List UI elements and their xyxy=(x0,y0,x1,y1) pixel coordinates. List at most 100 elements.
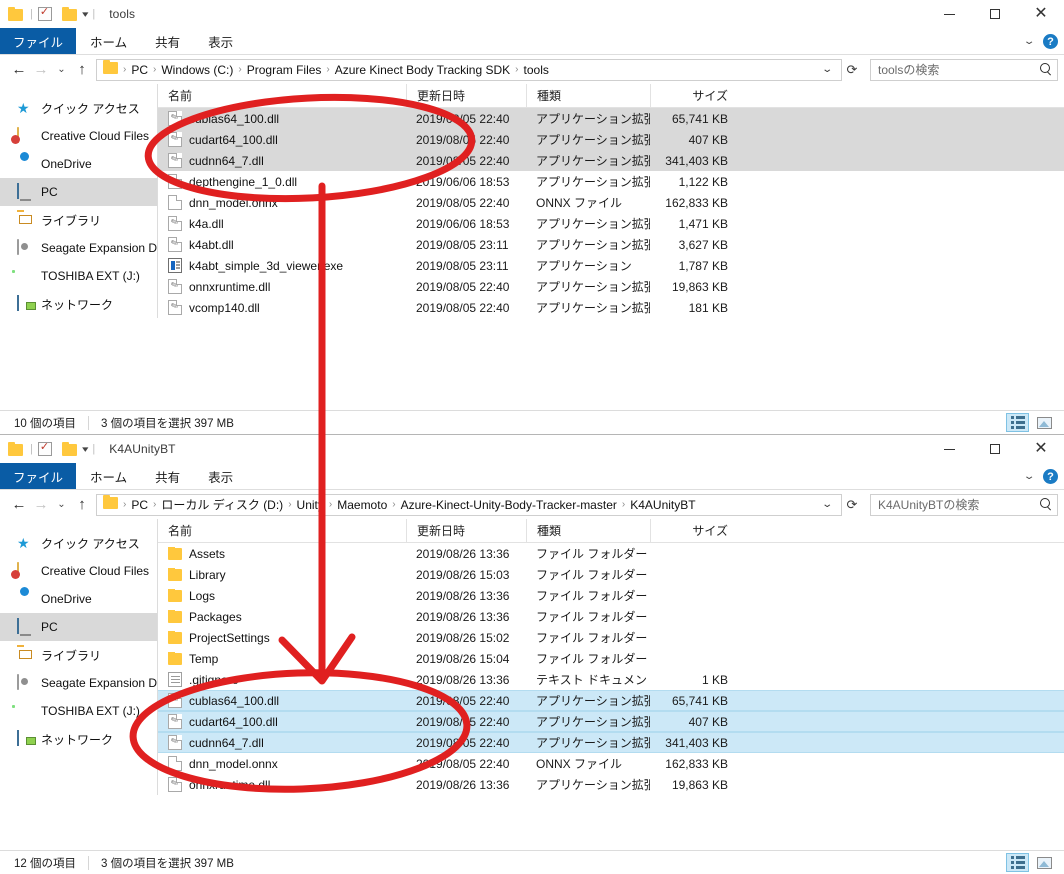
breadcrumb-item-5[interactable]: K4AUnityBT xyxy=(627,498,698,512)
sidebar-item-0[interactable]: ★ クイック アクセス xyxy=(0,529,157,557)
breadcrumb-2[interactable]: › PC › ローカル ディスク (D:) › Unity › Maemoto … xyxy=(96,493,842,516)
close-button[interactable]: ✕ xyxy=(1018,435,1064,463)
breadcrumb-item-3[interactable]: Maemoto xyxy=(334,498,390,512)
tab-view[interactable]: 表示 xyxy=(194,28,247,54)
up-button[interactable]: ↑ xyxy=(71,494,93,516)
table-row[interactable]: Library 2019/08/26 15:03 ファイル フォルダー xyxy=(158,564,1064,585)
table-row[interactable]: Assets 2019/08/26 13:36 ファイル フォルダー xyxy=(158,543,1064,564)
sidebar-item-1[interactable]: Creative Cloud Files xyxy=(0,122,157,150)
column-header-size[interactable]: サイズ xyxy=(650,518,740,543)
tab-home[interactable]: ホーム xyxy=(76,28,141,54)
breadcrumb-dropdown-icon[interactable]: ⌄ xyxy=(810,64,841,75)
breadcrumb-item-1[interactable]: Windows (C:) xyxy=(158,63,236,77)
tab-view[interactable]: 表示 xyxy=(194,463,247,489)
ribbon-expand-chevron-icon[interactable]: ⌄ xyxy=(1023,471,1036,482)
breadcrumb-item-4[interactable]: Azure-Kinect-Unity-Body-Tracker-master xyxy=(398,498,620,512)
column-header-type[interactable]: 種類 xyxy=(526,518,650,543)
sidebar-item-1[interactable]: Creative Cloud Files xyxy=(0,557,157,585)
sidebar-item-7[interactable]: ネットワーク xyxy=(0,290,157,318)
new-folder-icon[interactable] xyxy=(61,441,77,456)
sidebar-item-6[interactable]: TOSHIBA EXT (J:) xyxy=(0,697,157,725)
breadcrumb-item-0[interactable]: PC xyxy=(128,63,151,77)
table-row[interactable]: onnxruntime.dll 2019/08/26 13:36 アプリケーション拡… xyxy=(158,774,1064,795)
refresh-button[interactable]: ⟳ xyxy=(842,497,862,513)
sidebar-item-2[interactable]: OneDrive xyxy=(0,150,157,178)
chevron-down-icon[interactable]: ▾ xyxy=(82,9,88,19)
recent-locations-chevron-icon[interactable]: ⌄ xyxy=(52,494,71,516)
breadcrumb-item-2[interactable]: Unity xyxy=(294,498,327,512)
column-header-size[interactable]: サイズ xyxy=(650,83,740,108)
table-row[interactable]: depthengine_1_0.dll 2019/06/06 18:53 アプリケー… xyxy=(158,171,1064,192)
help-icon[interactable]: ? xyxy=(1043,34,1058,49)
table-row[interactable]: dnn_model.onnx 2019/08/05 22:40 ONNX ファイル 1… xyxy=(158,753,1064,774)
search-input[interactable]: toolsの検索 xyxy=(878,61,1040,78)
table-row[interactable]: k4abt_simple_3d_viewer.exe 2019/08/05 23:… xyxy=(158,255,1064,276)
back-button[interactable]: ← xyxy=(8,59,30,81)
table-row[interactable]: cudnn64_7.dll 2019/08/05 22:40 アプリケーション拡張 3… xyxy=(158,150,1064,171)
breadcrumb-dropdown-icon[interactable]: ⌄ xyxy=(810,499,841,510)
search-box-2[interactable]: K4AUnityBTの検索 xyxy=(870,493,1058,516)
table-row[interactable]: cudart64_100.dll 2019/08/05 22:40 アプリケーション… xyxy=(158,711,1064,732)
back-button[interactable]: ← xyxy=(8,494,30,516)
breadcrumb-item-1[interactable]: ローカル ディスク (D:) xyxy=(158,496,286,513)
maximize-button[interactable] xyxy=(972,0,1018,28)
table-row[interactable]: cublas64_100.dll 2019/08/05 22:40 アプリケーション… xyxy=(158,690,1064,711)
sidebar-item-6[interactable]: TOSHIBA EXT (J:) xyxy=(0,262,157,290)
search-box[interactable]: toolsの検索 xyxy=(870,58,1058,81)
column-header-name[interactable]: 名前 xyxy=(158,519,406,543)
up-button[interactable]: ↑ xyxy=(71,59,93,81)
help-icon[interactable]: ? xyxy=(1043,469,1058,484)
table-row[interactable]: cudnn64_7.dll 2019/08/05 22:40 アプリケーション拡張 3… xyxy=(158,732,1064,753)
column-header-type[interactable]: 種類 xyxy=(526,83,650,108)
details-view-button[interactable] xyxy=(1006,413,1029,432)
sidebar-item-4[interactable]: ライブラリ xyxy=(0,206,157,234)
sidebar-item-4[interactable]: ライブラリ xyxy=(0,641,157,669)
minimize-button[interactable] xyxy=(926,0,972,28)
tab-share[interactable]: 共有 xyxy=(141,28,194,54)
table-row[interactable]: cudart64_100.dll 2019/08/05 22:40 アプリケーション… xyxy=(158,129,1064,150)
new-folder-icon[interactable] xyxy=(61,6,77,21)
column-header-date[interactable]: 更新日時 xyxy=(406,83,526,108)
recent-locations-chevron-icon[interactable]: ⌄ xyxy=(52,59,71,81)
table-row[interactable]: dnn_model.onnx 2019/08/05 22:40 ONNX ファイル 1… xyxy=(158,192,1064,213)
tab-file[interactable]: ファイル xyxy=(0,463,77,489)
properties-icon[interactable] xyxy=(37,440,52,456)
breadcrumb-item-4[interactable]: tools xyxy=(521,63,552,77)
ribbon-expand-chevron-icon[interactable]: ⌄ xyxy=(1023,36,1036,47)
large-icons-view-button[interactable] xyxy=(1033,413,1056,432)
minimize-button[interactable] xyxy=(926,435,972,463)
table-row[interactable]: Packages 2019/08/26 13:36 ファイル フォルダー xyxy=(158,606,1064,627)
close-button[interactable]: ✕ xyxy=(1018,0,1064,28)
table-row[interactable]: Temp 2019/08/26 15:04 ファイル フォルダー xyxy=(158,648,1064,669)
tab-home[interactable]: ホーム xyxy=(76,463,141,489)
table-row[interactable]: ProjectSettings 2019/08/26 15:02 ファイル フォルダ… xyxy=(158,627,1064,648)
details-view-button[interactable] xyxy=(1006,853,1029,872)
column-header-name[interactable]: 名前 xyxy=(158,84,406,108)
table-row[interactable]: k4a.dll 2019/06/06 18:53 アプリケーション拡張 1,471 K… xyxy=(158,213,1064,234)
breadcrumb-item-0[interactable]: PC xyxy=(128,498,151,512)
breadcrumb-item-3[interactable]: Azure Kinect Body Tracking SDK xyxy=(332,63,513,77)
table-row[interactable]: .gitignore 2019/08/26 13:36 テキスト ドキュメント 1 K… xyxy=(158,669,1064,690)
properties-icon[interactable] xyxy=(37,5,52,21)
sidebar-item-0[interactable]: ★ クイック アクセス xyxy=(0,94,157,122)
table-row[interactable]: k4abt.dll 2019/08/05 23:11 アプリケーション拡張 3,627… xyxy=(158,234,1064,255)
sidebar-item-3[interactable]: PC xyxy=(0,178,157,206)
column-header-date[interactable]: 更新日時 xyxy=(406,518,526,543)
table-row[interactable]: Logs 2019/08/26 13:36 ファイル フォルダー xyxy=(158,585,1064,606)
breadcrumb-item-2[interactable]: Program Files xyxy=(244,63,325,77)
breadcrumb[interactable]: › PC › Windows (C:) › Program Files › Az… xyxy=(96,58,842,81)
sidebar-item-5[interactable]: Seagate Expansion Dr xyxy=(0,669,157,697)
table-row[interactable]: vcomp140.dll 2019/08/05 22:40 アプリケーション拡張 18… xyxy=(158,297,1064,318)
tab-share[interactable]: 共有 xyxy=(141,463,194,489)
chevron-down-icon[interactable]: ▾ xyxy=(82,444,88,454)
sidebar-item-3[interactable]: PC xyxy=(0,613,157,641)
large-icons-view-button[interactable] xyxy=(1033,853,1056,872)
sidebar-item-2[interactable]: OneDrive xyxy=(0,585,157,613)
tab-file[interactable]: ファイル xyxy=(0,28,77,54)
table-row[interactable]: cublas64_100.dll 2019/08/05 22:40 アプリケーション… xyxy=(158,108,1064,129)
sidebar-item-7[interactable]: ネットワーク xyxy=(0,725,157,753)
search-input[interactable]: K4AUnityBTの検索 xyxy=(878,496,1040,513)
sidebar-item-5[interactable]: Seagate Expansion Dr xyxy=(0,234,157,262)
maximize-button[interactable] xyxy=(972,435,1018,463)
refresh-button[interactable]: ⟳ xyxy=(842,62,862,78)
